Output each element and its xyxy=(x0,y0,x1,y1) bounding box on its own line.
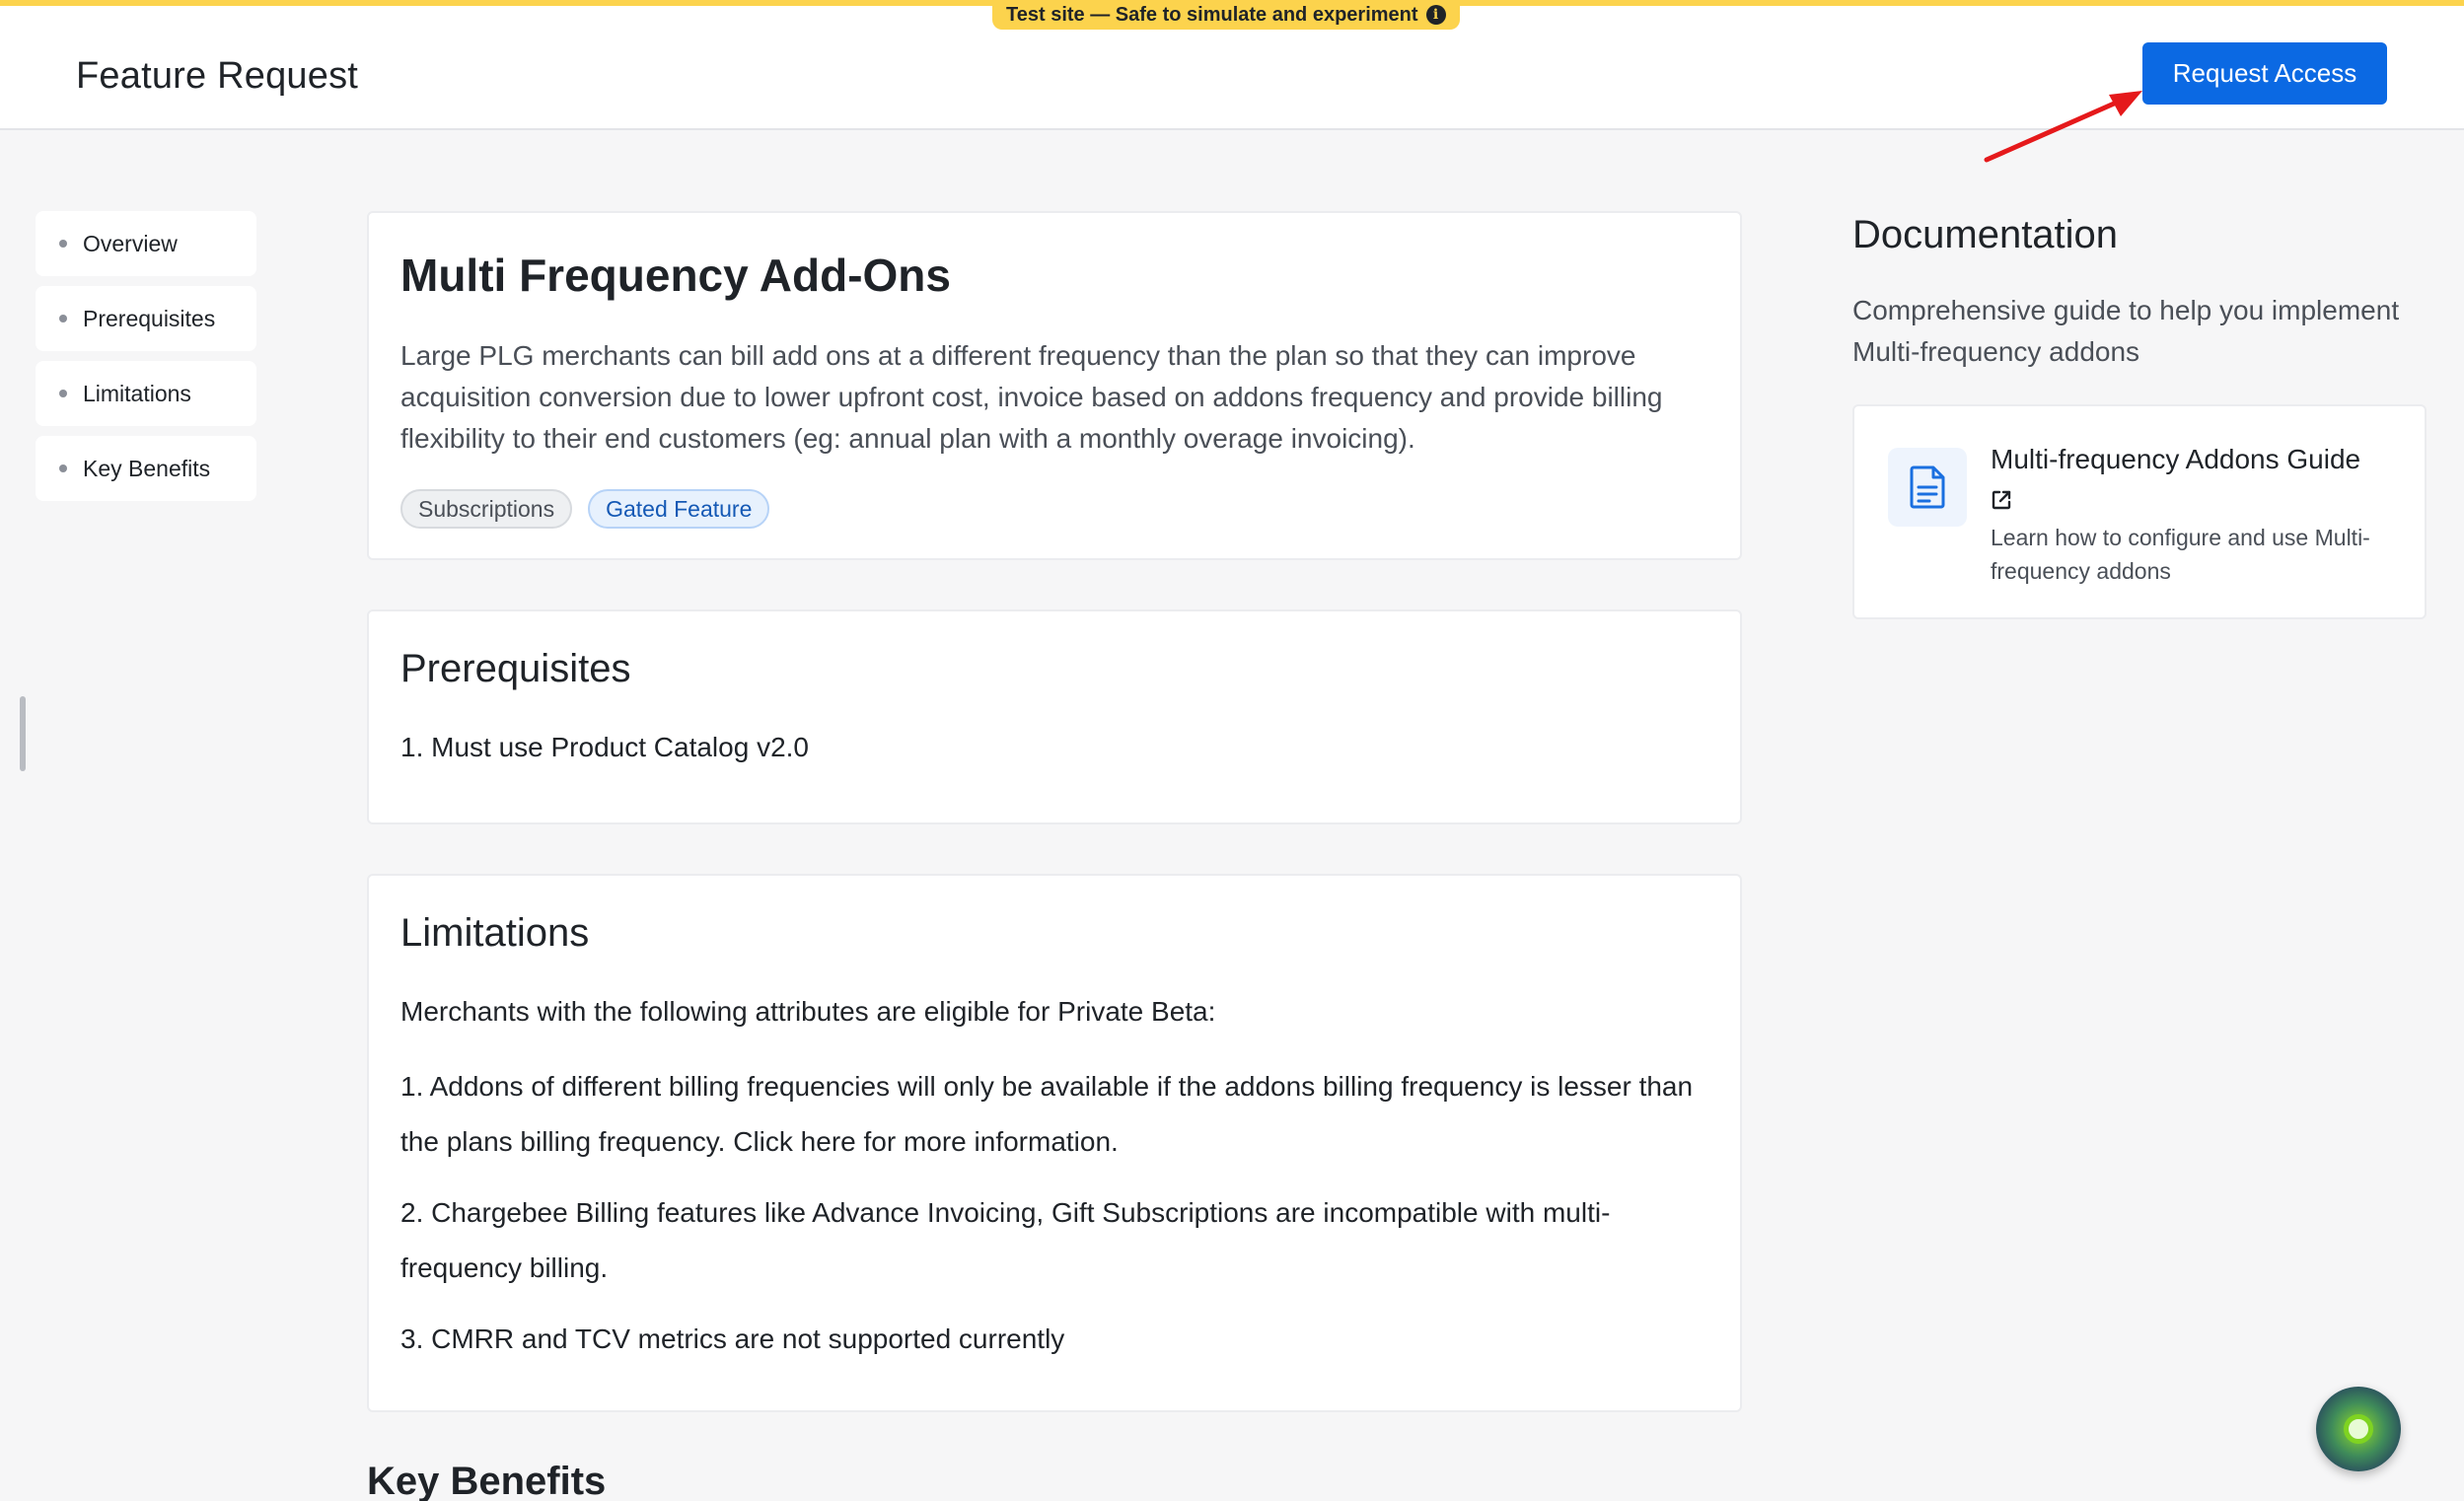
test-site-banner-text: Test site — Safe to simulate and experim… xyxy=(1006,3,1418,26)
limitations-card: Limitations Merchants with the following… xyxy=(367,874,1742,1412)
nav-item-label: Key Benefits xyxy=(83,455,211,481)
bullet-icon xyxy=(59,315,67,322)
bullet-icon xyxy=(59,240,67,248)
limitation-item: 2. Chargebee Billing features like Advan… xyxy=(400,1197,1611,1283)
guide-description: Learn how to configure and use Multi-fre… xyxy=(1991,525,2370,584)
nav-item-overview[interactable]: Overview xyxy=(36,211,256,276)
assistant-launcher-button[interactable] xyxy=(2316,1387,2401,1471)
limitation-item: 3. CMRR and TCV metrics are not supporte… xyxy=(400,1323,1065,1354)
info-icon[interactable]: i xyxy=(1425,5,1446,25)
test-site-banner: Test site — Safe to simulate and experim… xyxy=(992,0,1460,30)
documentation-description: Comprehensive guide to help you implemen… xyxy=(1852,295,2400,367)
overview-card: Multi Frequency Add-Ons Large PLG mercha… xyxy=(367,211,1742,560)
bullet-icon xyxy=(59,390,67,397)
feature-tags: Subscriptions Gated Feature xyxy=(400,489,770,529)
nav-item-label: Overview xyxy=(83,230,178,256)
tag-gated-feature: Gated Feature xyxy=(588,489,770,529)
request-access-button[interactable]: Request Access xyxy=(2142,42,2387,105)
documentation-heading: Documentation xyxy=(1852,213,2119,256)
assistant-icon xyxy=(2344,1414,2373,1444)
document-icon xyxy=(1888,448,1967,527)
prerequisites-heading: Prerequisites xyxy=(400,647,631,690)
limitations-list: 1. Addons of different billing frequenci… xyxy=(400,1059,1722,1383)
limitations-intro: Merchants with the following attributes … xyxy=(400,996,1216,1027)
feature-title: Multi Frequency Add-Ons xyxy=(400,250,951,301)
prerequisite-item: 1. Must use Product Catalog v2.0 xyxy=(400,732,809,762)
prerequisites-card: Prerequisites 1. Must use Product Catalo… xyxy=(367,609,1742,824)
nav-item-label: Limitations xyxy=(83,380,191,406)
key-benefits-heading: Key Benefits xyxy=(367,1460,607,1501)
bullet-icon xyxy=(59,465,67,472)
scroll-handle[interactable] xyxy=(20,696,26,771)
limitations-heading: Limitations xyxy=(400,911,590,955)
annotation-arrow-icon xyxy=(1984,91,2142,163)
documentation-guide-card[interactable]: Multi-frequency Addons Guide Learn how t… xyxy=(1852,404,2427,619)
section-nav: Overview Prerequisites Limitations Key B… xyxy=(36,211,256,511)
guide-title[interactable]: Multi-frequency Addons Guide xyxy=(1991,444,2360,475)
feature-description: Large PLG merchants can bill add ons at … xyxy=(400,340,1663,454)
nav-item-limitations[interactable]: Limitations xyxy=(36,361,256,426)
tag-subscriptions: Subscriptions xyxy=(400,489,573,529)
nav-item-key-benefits[interactable]: Key Benefits xyxy=(36,436,256,501)
page-title: Feature Request xyxy=(76,55,359,97)
nav-item-label: Prerequisites xyxy=(83,305,216,331)
external-link-icon[interactable] xyxy=(1991,489,2012,511)
limitation-item: 1. Addons of different billing frequenci… xyxy=(400,1071,1694,1157)
nav-item-prerequisites[interactable]: Prerequisites xyxy=(36,286,256,351)
